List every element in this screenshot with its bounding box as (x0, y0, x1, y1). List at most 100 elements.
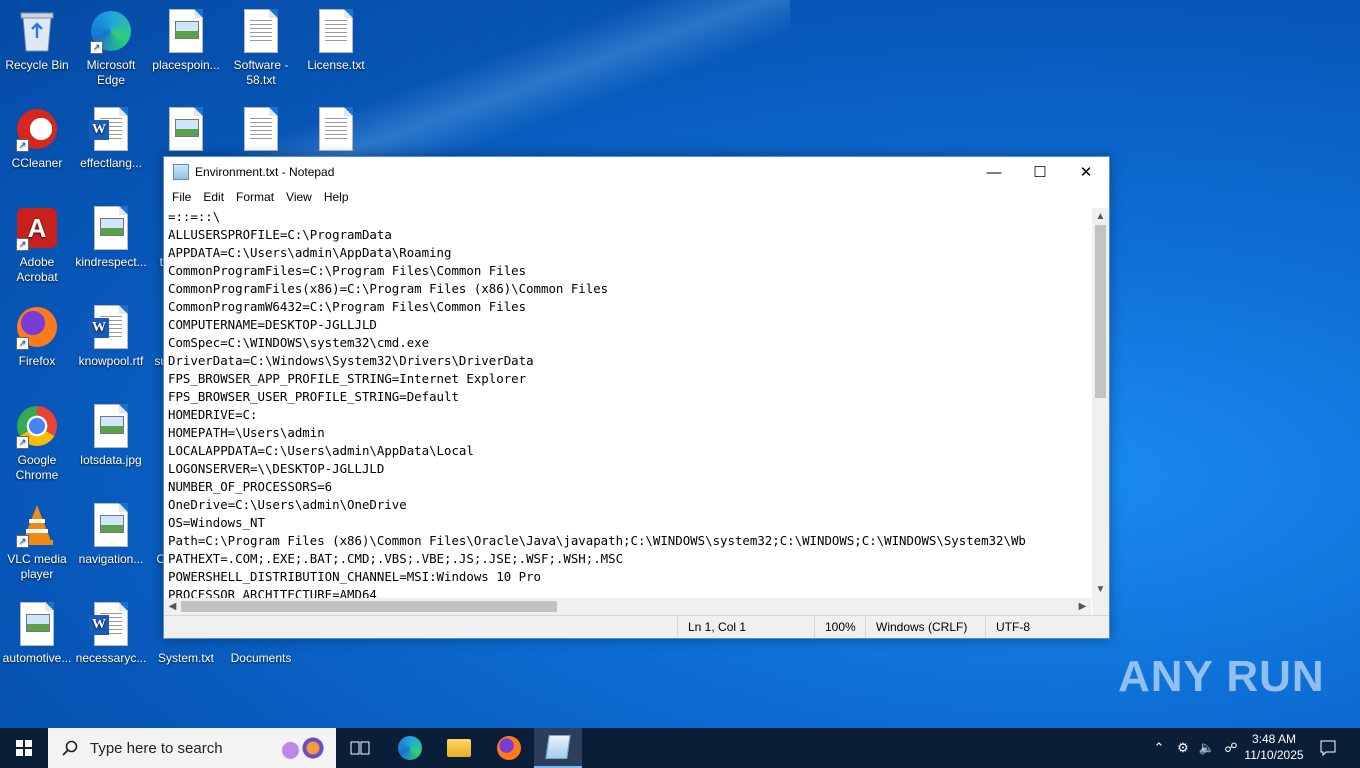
minimize-button[interactable]: — (971, 157, 1017, 187)
desktop-icon-text-file-2[interactable] (224, 106, 298, 156)
anyrun-watermark: ANY RUN (1118, 652, 1325, 701)
notepad-window[interactable]: Environment.txt - Notepad — ☐ ✕ File Edi… (163, 156, 1110, 639)
menu-file[interactable]: File (166, 190, 197, 204)
image-file-icon (88, 502, 134, 548)
desktop-icon-automotive[interactable]: automotive... (0, 601, 74, 666)
chrome-icon: ↗ (14, 403, 60, 449)
image-file-icon (14, 601, 60, 647)
task-view-icon (350, 741, 370, 755)
menu-view[interactable]: View (280, 190, 318, 204)
editor-line: HOMEDRIVE=C: (168, 407, 258, 422)
icon-label: Recycle Bin (5, 58, 69, 72)
text-editor-area[interactable]: =::=::\ ALLUSERSPROFILE=C:\ProgramData APP… (164, 208, 1091, 598)
editor-line: ALLUSERSPROFILE=C:\ProgramData (168, 227, 392, 242)
close-button[interactable]: ✕ (1063, 157, 1109, 187)
icon-label: License.txt (307, 58, 365, 72)
icon-label: VLC media player (7, 552, 67, 581)
image-file-icon (88, 205, 134, 251)
ccleaner-icon: ↗ (14, 106, 60, 152)
scroll-right-arrow-icon[interactable]: ▶ (1074, 598, 1091, 615)
vertical-scrollbar[interactable]: ▲ ▼ (1092, 208, 1109, 598)
vertical-scroll-thumb[interactable] (1095, 225, 1106, 398)
icon-label: System.txt (157, 651, 214, 665)
text-file-icon (238, 8, 284, 54)
desktop-icon-text-file-3[interactable] (299, 106, 373, 156)
zoom-level: 100% (814, 616, 865, 638)
search-icon (62, 740, 78, 756)
image-file-icon (163, 8, 209, 54)
icon-label: effectlang... (80, 156, 142, 170)
taskbar-firefox[interactable] (485, 728, 533, 768)
desktop-icon-knowpool[interactable]: W knowpool.rtf (74, 304, 148, 369)
editor-line: FPS_BROWSER_USER_PROFILE_STRING=Default (168, 389, 459, 404)
editor-line: FPS_BROWSER_APP_PROFILE_STRING=Internet … (168, 371, 527, 386)
notification-icon (1320, 740, 1336, 756)
search-highlight-icon (278, 736, 328, 760)
menu-edit[interactable]: Edit (197, 190, 230, 204)
desktop-icon-lotsdata[interactable]: lotsdata.jpg (74, 403, 148, 468)
task-view-button[interactable] (336, 728, 384, 768)
editor-line: Path=C:\Program Files (x86)\Common Files… (168, 533, 1026, 548)
icon-label: lotsdata.jpg (80, 453, 142, 467)
windows-logo-icon (16, 740, 32, 756)
desktop-icon-kindrespect[interactable]: kindrespect... (74, 205, 148, 270)
icon-label: Google Chrome (15, 453, 59, 482)
icon-label: Documents (230, 651, 292, 665)
volume-icon[interactable]: 🔈 (1196, 728, 1218, 768)
maximize-button[interactable]: ☐ (1017, 157, 1063, 187)
editor-line: LOGONSERVER=\\DESKTOP-JGLLJLD (168, 461, 385, 476)
encoding: UTF-8 (985, 616, 1086, 638)
desktop-icon-vlc[interactable]: ↗ VLC media player (0, 502, 74, 582)
desktop-icon-recycle-bin[interactable]: Recycle Bin (0, 8, 74, 73)
scroll-down-arrow-icon[interactable]: ▼ (1092, 581, 1109, 598)
scroll-up-arrow-icon[interactable]: ▲ (1092, 208, 1109, 225)
horizontal-scrollbar[interactable]: ◀ ▶ (164, 598, 1091, 615)
icon-label: Microsoft Edge (86, 58, 136, 87)
icon-label: knowpool.rtf (78, 354, 144, 368)
desktop-icon-necessaryc[interactable]: W necessaryc... (74, 601, 148, 666)
editor-line: =::=::\ (168, 209, 221, 224)
notepad-app-icon (173, 164, 189, 180)
desktop-icon-google-chrome[interactable]: ↗ Google Chrome (0, 403, 74, 483)
editor-line: POWERSHELL_DISTRIBUTION_CHANNEL=MSI:Wind… (168, 569, 541, 584)
scrollbar-corner (1092, 598, 1109, 615)
taskbar-edge[interactable] (386, 728, 434, 768)
desktop-icon-software-58[interactable]: Software - 58.txt (224, 8, 298, 88)
horizontal-scroll-thumb[interactable] (181, 601, 557, 612)
clock-date: 11/10/2025 (1244, 748, 1304, 762)
icon-label: Firefox (18, 354, 56, 368)
desktop-icon-microsoft-edge[interactable]: ↗ Microsoft Edge (74, 8, 148, 88)
desktop-icon-navigation[interactable]: navigation... (74, 502, 148, 567)
meet-now-icon[interactable]: ⚙ (1172, 728, 1194, 768)
folder-icon (447, 739, 471, 757)
icon-label: automotive... (2, 651, 72, 665)
system-clock[interactable]: 3:48 AM 11/10/2025 (1236, 731, 1312, 763)
line-endings: Windows (CRLF) (865, 616, 976, 638)
scroll-left-arrow-icon[interactable]: ◀ (164, 598, 181, 615)
text-file-icon (238, 106, 284, 152)
desktop-icon-ccleaner[interactable]: ↗ CCleaner (0, 106, 74, 171)
editor-line: CommonProgramW6432=C:\Program Files\Comm… (168, 299, 527, 314)
icon-label: placespoin... (152, 58, 220, 72)
desktop-icon-placespoin[interactable]: placespoin... (149, 8, 223, 73)
search-placeholder: Type here to search (90, 739, 223, 757)
word-document-icon: W (88, 106, 134, 152)
taskbar-notepad[interactable] (534, 728, 582, 768)
desktop-icon-license[interactable]: License.txt (299, 8, 373, 73)
taskbar-file-explorer[interactable] (435, 728, 483, 768)
title-bar[interactable]: Environment.txt - Notepad — ☐ ✕ (164, 157, 1109, 187)
show-hidden-icons-button[interactable]: ⌃ (1148, 728, 1170, 768)
menu-help[interactable]: Help (318, 190, 355, 204)
taskbar: Type here to search ⌃ ⚙ 🔈 ☍ 3:48 AM 11/1… (0, 728, 1360, 768)
desktop-icon-adobe-acrobat[interactable]: A ↗ Adobe Acrobat (0, 205, 74, 285)
text-file-icon (313, 8, 359, 54)
editor-line: COMPUTERNAME=DESKTOP-JGLLJLD (168, 317, 377, 332)
start-button[interactable] (0, 728, 48, 768)
desktop-icon-firefox[interactable]: ↗ Firefox (0, 304, 74, 369)
menu-format[interactable]: Format (230, 190, 280, 204)
editor-line: ComSpec=C:\WINDOWS\system32\cmd.exe (168, 335, 430, 350)
notifications-button[interactable] (1316, 728, 1340, 768)
taskbar-search-box[interactable]: Type here to search (48, 728, 336, 768)
editor-line: CommonProgramFiles(x86)=C:\Program Files… (168, 281, 609, 296)
desktop-icon-effectlang[interactable]: W effectlang... (74, 106, 148, 171)
